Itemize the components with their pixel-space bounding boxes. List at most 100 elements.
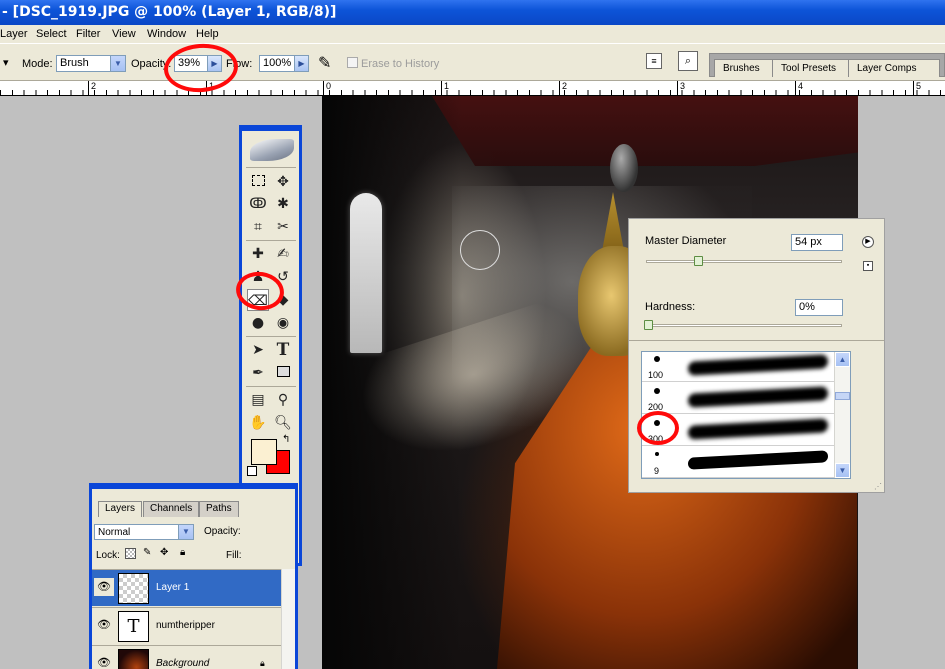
resize-grip-icon[interactable]: ⋰ xyxy=(874,482,882,491)
options-bar: ▾ Mode: Brush ▼ Opacity: 39% ▶ Flow: 100… xyxy=(0,43,945,81)
type-icon[interactable]: T xyxy=(272,339,294,361)
airbrush-icon[interactable]: ✎ xyxy=(318,53,331,73)
brush-stroke-preview xyxy=(688,386,828,408)
photo-lamp xyxy=(610,144,638,192)
lock-icon: 🔒︎ xyxy=(260,658,265,668)
ruler-label: 3 xyxy=(680,81,686,91)
ruler-label: 5 xyxy=(916,81,922,91)
layer-row[interactable]: 👁︎ Background 🔒︎ xyxy=(92,645,283,669)
dodge-icon[interactable]: ● xyxy=(247,312,269,334)
tool-preset-arrow[interactable]: ▾ xyxy=(3,56,9,69)
hardness-label: Hardness: xyxy=(645,301,696,313)
file-browser-icon[interactable]: ⌕ xyxy=(678,51,698,71)
blend-mode-select[interactable]: Normal ▼ xyxy=(94,524,194,540)
menu-layer[interactable]: Layer xyxy=(0,25,28,43)
hardness-slider[interactable] xyxy=(646,324,842,327)
ruler-label: 2 xyxy=(562,81,568,91)
menu-bar: Layer Select Filter View Window Help xyxy=(0,25,945,43)
tab-brushes[interactable]: Brushes xyxy=(714,59,774,77)
hardness-thumb[interactable] xyxy=(644,320,653,330)
horizontal-ruler: 2 1 0 1 2 3 4 5 xyxy=(0,81,945,96)
eye-icon[interactable]: 👁︎ xyxy=(94,578,114,596)
toolbox-divider xyxy=(246,386,296,387)
layer-row-selected[interactable]: 👁︎ Layer 1 xyxy=(92,569,283,606)
magic-wand-icon[interactable]: ✱ xyxy=(272,193,294,215)
scroll-down-icon[interactable]: ▼ xyxy=(835,463,850,478)
move-icon[interactable]: ✥ xyxy=(272,171,294,193)
rect-marquee-icon[interactable] xyxy=(247,171,269,193)
brush-preset[interactable]: 9 xyxy=(642,446,836,478)
layer-opacity-label: Opacity: xyxy=(204,526,241,537)
menu-window[interactable]: Window xyxy=(147,25,186,43)
brush-tip-icon xyxy=(654,356,660,362)
window-title: - [DSC_1919.JPG @ 100% (Layer 1, RGB/8)] xyxy=(2,4,337,20)
tab-tool-presets[interactable]: Tool Presets xyxy=(772,59,852,77)
ruler-major-tick xyxy=(913,81,914,95)
brush-stroke-preview xyxy=(688,354,828,376)
hardness-field[interactable]: 0% xyxy=(795,299,843,316)
brush-icon[interactable]: ✍ xyxy=(272,243,294,265)
flow-field[interactable]: 100% ▶ xyxy=(259,55,309,72)
menu-select[interactable]: Select xyxy=(36,25,67,43)
scroll-thumb[interactable] xyxy=(835,392,850,400)
lock-transparency-icon[interactable] xyxy=(125,548,136,559)
zoom-icon[interactable]: 🔍︎ xyxy=(272,412,294,434)
ruler-major-tick xyxy=(88,81,89,95)
tab-layers[interactable]: Layers xyxy=(98,501,143,517)
notes-icon[interactable]: ▤ xyxy=(247,389,269,411)
menu-view[interactable]: View xyxy=(112,25,136,43)
erase-to-history-checkbox[interactable] xyxy=(347,57,358,68)
brush-list-scrollbar[interactable]: ▲ ▼ xyxy=(834,352,850,478)
master-diameter-field[interactable]: 54 px xyxy=(791,234,843,251)
default-colors-icon[interactable] xyxy=(247,466,257,476)
eyedropper-icon[interactable]: ⚲ xyxy=(272,389,294,411)
menu-help[interactable]: Help xyxy=(196,25,219,43)
healing-brush-icon[interactable]: ✚ xyxy=(247,243,269,265)
palette-well: Brushes Tool Presets Layer Comps xyxy=(709,53,945,77)
crop-icon[interactable]: ⌗ xyxy=(247,216,269,238)
path-select-icon[interactable]: ➤ xyxy=(247,339,269,361)
layers-scrollbar[interactable] xyxy=(281,569,295,669)
brush-size: 100 xyxy=(648,370,664,380)
slice-icon[interactable]: ✂ xyxy=(272,216,294,238)
tab-paths[interactable]: Paths xyxy=(199,501,239,517)
eye-icon[interactable]: 👁︎ xyxy=(94,616,114,634)
lock-pixels-icon[interactable]: ✎ xyxy=(143,547,151,558)
lasso-icon[interactable]: ↂ xyxy=(247,193,269,215)
master-diameter-thumb[interactable] xyxy=(694,256,704,266)
text-layer-thumbnail: T xyxy=(118,611,149,642)
photo-ceiling xyxy=(432,96,858,166)
lock-position-icon[interactable]: ✥ xyxy=(160,547,168,558)
ruler-major-tick xyxy=(323,81,324,95)
master-diameter-value: 54 px xyxy=(795,236,822,248)
toolbox-divider xyxy=(246,167,296,168)
photoshop-feather-icon[interactable] xyxy=(250,139,294,161)
pen-icon[interactable]: ✒ xyxy=(247,362,269,384)
mode-value: Brush xyxy=(60,57,89,69)
layers-palette: Layers Channels Paths Normal ▼ Opacity: … xyxy=(89,483,298,669)
lock-all-icon[interactable]: 🔒︎ xyxy=(180,547,185,558)
hand-icon[interactable]: ✋ xyxy=(247,412,269,434)
save-preset-icon[interactable]: ▪ xyxy=(863,261,873,271)
slider-flyout-icon[interactable]: ▶ xyxy=(294,56,308,71)
menu-filter[interactable]: Filter xyxy=(76,25,100,43)
foreground-color-swatch[interactable] xyxy=(251,439,277,465)
panel-menu-icon[interactable]: ▶ xyxy=(862,236,874,248)
layer-row[interactable]: 👁︎ T numtheripper xyxy=(92,607,283,644)
ruler-major-tick xyxy=(795,81,796,95)
layer-name: Layer 1 xyxy=(156,582,190,593)
tab-layer-comps[interactable]: Layer Comps xyxy=(848,59,940,77)
swap-colors-icon[interactable]: ↰ xyxy=(282,434,290,445)
burn-icon[interactable]: ◉ xyxy=(272,312,294,334)
toolbox-divider xyxy=(246,336,296,337)
scroll-up-icon[interactable]: ▲ xyxy=(835,352,850,367)
shape-icon[interactable] xyxy=(272,362,294,384)
brush-preset[interactable]: 100 xyxy=(642,352,836,382)
brush-preset[interactable]: 200 xyxy=(642,382,836,414)
eye-icon[interactable]: 👁︎ xyxy=(94,654,114,669)
tab-channels[interactable]: Channels xyxy=(143,501,200,517)
master-diameter-slider[interactable] xyxy=(646,260,842,263)
palette-menu-icon[interactable]: ≡ xyxy=(646,53,662,69)
mode-select[interactable]: Brush ▼ xyxy=(56,55,126,72)
ruler-major-tick xyxy=(677,81,678,95)
